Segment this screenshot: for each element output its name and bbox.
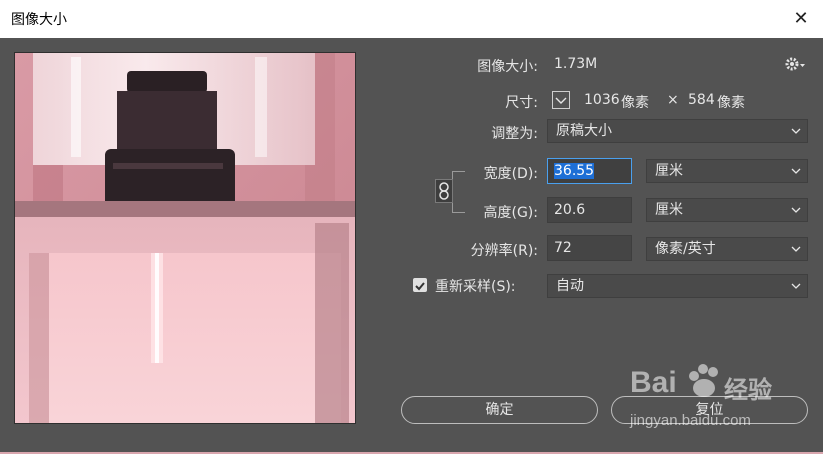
ok-button[interactable]: 确定 xyxy=(401,396,598,424)
image-size-dialog: 图像大小 ✕ 图像大小: 1.73M 尺寸: 1036 像素 × 584 像素 … xyxy=(0,0,823,452)
chevron-down-icon xyxy=(791,246,801,252)
width-input[interactable]: 36.55 xyxy=(547,158,632,184)
watermark-brand-a: Bai xyxy=(630,366,677,399)
image-preview[interactable] xyxy=(14,52,356,424)
dimensions-label: 尺寸: xyxy=(505,95,538,111)
baidu-jingyan-watermark: Bai 经验 jingyan.baidu.com xyxy=(628,360,818,440)
height-unit-select[interactable]: 厘米 xyxy=(646,198,808,222)
resample-checkbox[interactable] xyxy=(413,278,427,292)
width-unit-value: 厘米 xyxy=(655,163,683,179)
close-icon[interactable]: ✕ xyxy=(787,5,815,33)
chevron-down-icon xyxy=(555,97,567,104)
dimensions-times: × xyxy=(667,92,679,108)
height-label: 高度(G): xyxy=(483,205,539,221)
resolution-label: 分辨率(R): xyxy=(470,243,538,259)
chevron-down-icon xyxy=(791,283,801,289)
fit-to-select[interactable]: 原稿大小 xyxy=(547,119,808,143)
dimensions-width-unit: 像素 xyxy=(621,95,649,111)
watermark-url: jingyan.baidu.com xyxy=(630,412,751,429)
image-size-label: 图像大小: xyxy=(477,59,538,75)
watermark-brand-b: 经验 xyxy=(724,376,772,404)
chevron-down-icon xyxy=(791,207,801,213)
width-value: 36.55 xyxy=(554,163,595,179)
width-label: 宽度(D): xyxy=(483,166,538,182)
chevron-down-icon xyxy=(791,128,801,134)
checkmark-icon xyxy=(415,282,425,291)
chevron-down-icon xyxy=(791,168,801,174)
resolution-unit-select[interactable]: 像素/英寸 xyxy=(646,237,808,261)
image-size-value: 1.73M xyxy=(554,56,598,72)
dimensions-height: 584 xyxy=(688,92,715,108)
fit-to-label: 调整为: xyxy=(491,126,538,142)
fit-to-value: 原稿大小 xyxy=(556,123,612,139)
dimensions-width: 1036 xyxy=(584,92,620,108)
resample-value: 自动 xyxy=(556,278,584,294)
perfume-bottle-image xyxy=(15,53,355,423)
resolution-unit-value: 像素/英寸 xyxy=(655,241,716,257)
gear-icon[interactable] xyxy=(784,54,808,74)
title-bar: 图像大小 ✕ xyxy=(0,0,823,38)
resolution-input[interactable]: 72 xyxy=(547,235,632,261)
dimensions-units-dropdown[interactable] xyxy=(552,91,570,109)
width-unit-select[interactable]: 厘米 xyxy=(646,159,808,183)
paw-icon xyxy=(686,362,722,402)
height-value: 20.6 xyxy=(554,202,586,218)
resolution-value: 72 xyxy=(554,240,572,256)
height-input[interactable]: 20.6 xyxy=(547,197,632,223)
resample-label: 重新采样(S): xyxy=(435,279,516,295)
height-unit-value: 厘米 xyxy=(655,202,683,218)
dialog-title: 图像大小 xyxy=(11,12,67,28)
resample-select[interactable]: 自动 xyxy=(547,274,808,298)
dimensions-height-unit: 像素 xyxy=(717,95,745,111)
